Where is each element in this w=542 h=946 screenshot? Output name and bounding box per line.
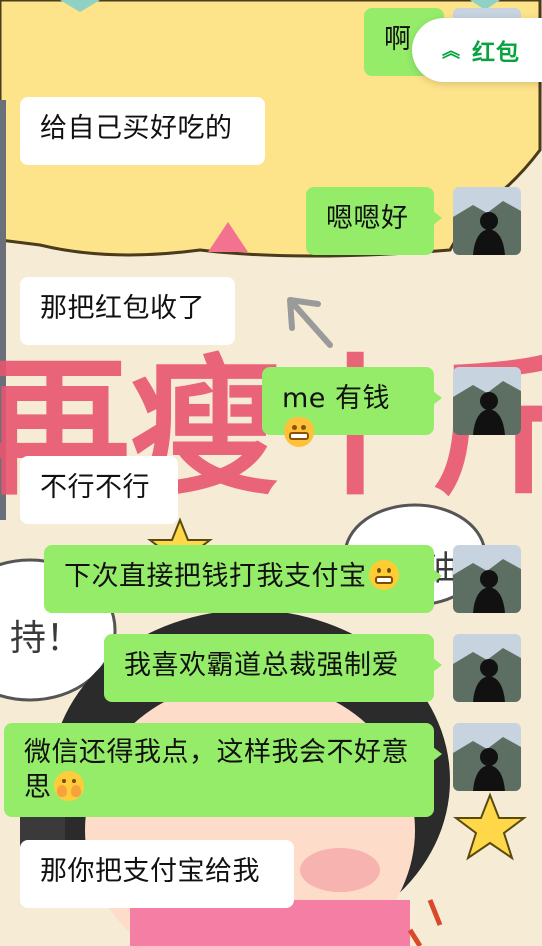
message-text: 那把红包收了 [40, 293, 205, 324]
message-text: 不行不行 [40, 472, 150, 503]
sender-avatar[interactable] [453, 545, 521, 613]
wallpaper-star [453, 792, 527, 861]
message-text: me 有钱 [282, 383, 390, 414]
avatar-silhouette-icon [453, 187, 521, 255]
message-text: 啊 [384, 24, 412, 55]
message-text: 下次直接把钱打我支付宝 [64, 561, 367, 592]
red-packet-label: 红包 [472, 40, 520, 66]
message-text: 嗯嗯好 [326, 203, 409, 234]
message-text: 给自己买好吃的 [40, 113, 233, 144]
chat-screen: 再瘦十斤 持！ 加油 啊 给自己买好吃的 嗯嗯好 那把红包收了 me 有钱 不行… [0, 0, 542, 946]
message-bubble-received[interactable]: 给自己买好吃的 [20, 97, 265, 165]
avatar-silhouette-icon [453, 545, 521, 613]
avatar-silhouette-icon [453, 367, 521, 435]
message-text: 我喜欢霸道总裁强制爱 [124, 650, 399, 681]
red-packet-button[interactable]: ︽ 红包 [412, 18, 542, 82]
sender-avatar[interactable] [453, 723, 521, 791]
message-bubble-sent[interactable]: 我喜欢霸道总裁强制爱 [104, 634, 442, 702]
message-bubble-received[interactable]: 那你把支付宝给我 [20, 840, 294, 908]
grinning-cat-emoji-icon [284, 417, 314, 447]
sender-avatar[interactable] [453, 367, 521, 435]
message-bubble-received[interactable]: 不行不行 [20, 456, 178, 524]
message-text: 那你把支付宝给我 [40, 856, 260, 887]
avatar-silhouette-icon [453, 634, 521, 702]
message-bubble-sent[interactable]: me 有钱 [262, 367, 442, 447]
sender-avatar[interactable] [453, 634, 521, 702]
wallpaper-speech-text-left: 持！ [10, 618, 82, 659]
double-chevron-up-icon: ︽ [442, 41, 460, 62]
message-bubble-sent[interactable]: 嗯嗯好 [306, 187, 442, 255]
message-bubble-sent[interactable]: 微信还得我点，这样我会不好意思 [4, 723, 442, 817]
avatar-silhouette-icon [453, 723, 521, 791]
grimacing-face-emoji-icon [368, 560, 399, 590]
message-bubble-sent[interactable]: 下次直接把钱打我支付宝 [44, 545, 442, 613]
sender-avatar[interactable] [453, 187, 521, 255]
wallpaper-arrow [287, 297, 333, 348]
message-bubble-received[interactable]: 那把红包收了 [20, 277, 235, 345]
shy-face-emoji-icon [53, 771, 84, 801]
